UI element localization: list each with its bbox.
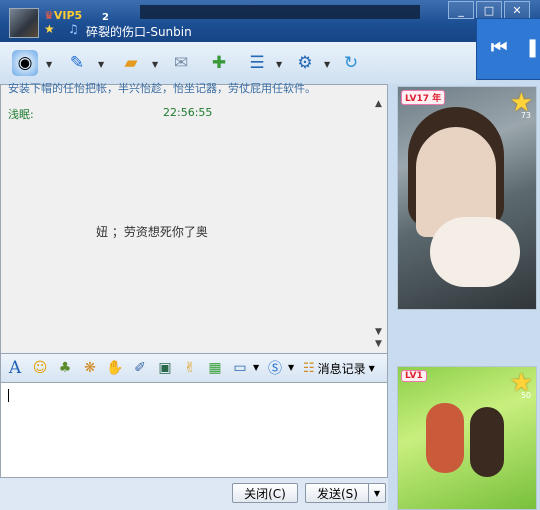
bottom-bar: 关闭(C) 发送(S) ▼ [0,478,388,510]
close-window-button[interactable]: ✕ [504,1,530,19]
message-time: 22:56:55 [163,106,213,119]
send-file-dropdown-icon[interactable]: ▼ [152,60,158,69]
my-show-avatar[interactable]: LV1 ★ 50 [397,366,537,510]
scroll-down-icon[interactable]: ▼ [375,327,382,337]
level-badge: LV1 [401,370,427,382]
main-toolbar: ◉ ▼ ✎ ▼ ▰ ▼ ✉ ✚ ☰ ▼ ⚙ ▼ ↻ [0,42,476,84]
voice-call-icon[interactable]: ✎ [64,50,90,76]
history-dropdown-icon[interactable]: ▼ [369,364,375,373]
voice-call-dropdown-icon[interactable]: ▼ [98,60,104,69]
send-file-icon[interactable]: ▰ [118,50,144,76]
screenshot-icon[interactable]: ✐ [130,358,150,378]
previous-track-icon[interactable]: ⏮ [491,37,507,58]
cartoon-boy-shape [470,407,504,477]
close-button[interactable]: 关闭(C) [232,483,298,503]
chat-history: 安装下帽的任怡把帐，半兴怡趁，怡坐记器，劳仗屁用任软件。 浅眠: 22:56:5… [0,82,388,354]
history-label: 消息记录 [317,361,366,376]
sms-icon[interactable]: ✚ [206,50,232,76]
music-icon[interactable]: ▦ [205,358,225,378]
message-input[interactable] [0,382,388,478]
maximize-button[interactable]: □ [476,1,502,19]
text-caret [8,389,9,402]
window-controls: _ □ ✕ [448,1,530,19]
star-count: 73 [520,111,531,120]
media-player: ⏮ ❚❚ [476,18,540,80]
voice-message-icon[interactable]: ✋ [105,358,125,378]
emoticon-icon[interactable]: ☺ [30,358,50,378]
email-icon[interactable]: ✉ [168,50,194,76]
contact-nickname: 碎裂的伤口-Sunbin [86,25,192,39]
scroll-bottom-icon[interactable]: ▼ [375,339,382,349]
message-text: 妞 ；劳资想死你了奥 [96,225,208,239]
application-dropdown-icon[interactable]: ▼ [324,60,330,69]
signature-bar [140,5,420,19]
gift-icon[interactable]: ✌ [180,358,200,378]
send-options-dropdown-icon[interactable]: ▼ [368,483,386,503]
history-icon: ☷ [303,360,315,376]
shake-icon[interactable]: ❋ [80,358,100,378]
cartoon-girl-shape [426,403,464,473]
screen-share-icon[interactable]: ▭ [230,358,250,378]
minimize-button[interactable]: _ [448,1,474,19]
level-badge: LV17 年 [401,90,446,105]
music-note-icon: ♫ [68,22,79,36]
contact-show-photo[interactable]: LV17 年 ★ 73 [397,86,537,310]
picture-icon[interactable]: ▣ [155,358,175,378]
scroll-up-icon[interactable]: ▲ [375,99,382,109]
magic-emoticon-icon[interactable]: ♣ [55,358,75,378]
send-button[interactable]: 发送(S) [305,483,369,503]
font-icon[interactable]: A [5,358,25,378]
format-toolbar: A ☺ ♣ ❋ ✋ ✐ ▣ ✌ ▦ ▭ ▼ Ⓢ ▼ ☷ 消息记录 ▼ [0,354,388,382]
star-count: 50 [520,391,531,400]
group-icon[interactable]: ☰ [244,50,270,76]
video-call-icon[interactable]: ◉ [12,50,38,76]
message-sender: 浅眠: [8,108,34,121]
video-call-dropdown-icon[interactable]: ▼ [46,60,52,69]
payment-icon[interactable]: Ⓢ [265,358,285,378]
contact-avatar[interactable] [9,8,39,38]
chat-scrollbar[interactable]: ▲ ▼ ▼ [374,85,387,353]
vip-label: VIP5 [53,9,83,22]
payment-dropdown-icon[interactable]: ▼ [288,363,294,372]
message-history-button[interactable]: ☷ 消息记录 ▼ [303,359,375,377]
title-bar: ♛VIP5 2 ★ ♫ 碎裂的伤口-Sunbin _ □ ✕ [0,0,540,42]
application-icon[interactable]: ⚙ [292,50,318,76]
badge-number: 2 [102,12,109,23]
system-message: 安装下帽的任怡把帐，半兴怡趁，怡坐记器，劳仗屁用任软件。 [8,82,316,95]
share-icon[interactable]: ↻ [338,50,364,76]
photo-dog-shape [430,217,520,287]
crown-icon: ♛ [44,9,54,22]
pause-icon[interactable]: ❚❚ [525,37,540,58]
vip-badge: ♛VIP5 [44,9,82,22]
star-icon: ★ [44,22,55,36]
screen-share-dropdown-icon[interactable]: ▼ [253,363,259,372]
group-dropdown-icon[interactable]: ▼ [276,60,282,69]
